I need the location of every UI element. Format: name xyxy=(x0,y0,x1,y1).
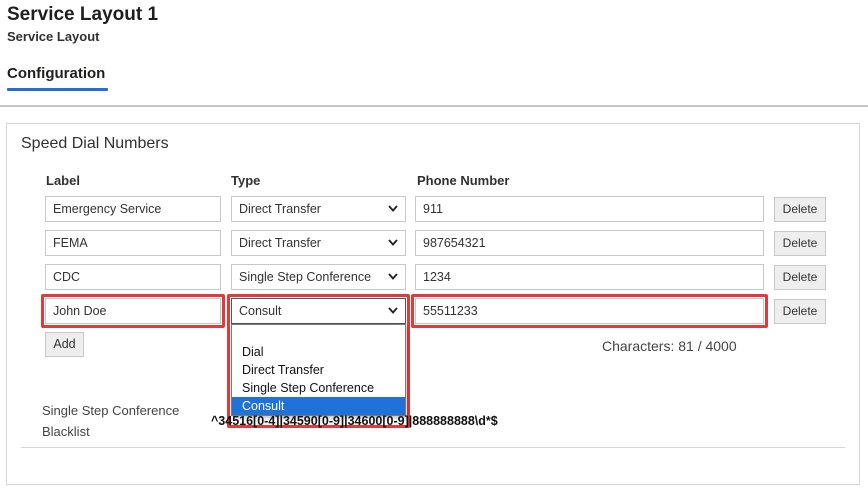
character-count: Characters: 81 / 4000 xyxy=(602,338,737,354)
type-select[interactable]: Single Step Conference xyxy=(231,264,406,290)
type-dropdown-list[interactable]: Dial Direct Transfer Single Step Confere… xyxy=(231,324,406,416)
column-header-phone: Phone Number xyxy=(417,173,510,188)
delete-button[interactable]: Delete xyxy=(774,231,826,256)
chevron-down-icon xyxy=(388,273,398,280)
delete-button[interactable]: Delete xyxy=(774,197,826,222)
column-header-label: Label xyxy=(46,173,80,188)
highlight-box-phone xyxy=(411,294,768,328)
type-select[interactable]: Direct Transfer xyxy=(231,230,406,256)
chevron-down-icon xyxy=(388,205,398,212)
chevron-down-icon xyxy=(388,239,398,246)
dropdown-option-single-step-conference[interactable]: Single Step Conference xyxy=(232,379,405,397)
column-header-type: Type xyxy=(231,173,261,188)
blacklist-label: Single Step Conference Blacklist xyxy=(42,403,180,439)
header-divider xyxy=(0,105,868,107)
page-title: Service Layout 1 xyxy=(7,4,159,25)
type-select[interactable]: Direct Transfer xyxy=(231,196,406,222)
label-input[interactable]: Emergency Service xyxy=(45,196,221,222)
tab-active-underline xyxy=(7,88,108,91)
section-title: Speed Dial Numbers xyxy=(21,135,169,152)
phone-input[interactable]: 987654321 xyxy=(415,230,764,256)
dropdown-option-direct-transfer[interactable]: Direct Transfer xyxy=(232,361,405,379)
type-select-value: Direct Transfer xyxy=(239,236,321,250)
phone-input[interactable]: 911 xyxy=(415,196,764,222)
type-select-value: Direct Transfer xyxy=(239,202,321,216)
label-input[interactable]: FEMA xyxy=(45,230,221,256)
label-input[interactable]: CDC xyxy=(45,264,221,290)
dropdown-option-dial[interactable]: Dial xyxy=(232,343,405,361)
dropdown-option-consult[interactable]: Consult xyxy=(232,397,405,415)
delete-button[interactable]: Delete xyxy=(774,299,826,324)
add-button[interactable]: Add xyxy=(45,332,84,357)
delete-button[interactable]: Delete xyxy=(774,265,826,290)
blacklist-value: ^34516[0-4]|34590[0-9]|34600[0-9]|888888… xyxy=(211,414,498,428)
page-subtitle: Service Layout xyxy=(7,29,100,44)
highlight-box-label xyxy=(41,294,225,328)
phone-input[interactable]: 1234 xyxy=(415,264,764,290)
bottom-divider xyxy=(21,447,845,448)
type-select-value: Single Step Conference xyxy=(239,270,372,284)
tab-configuration[interactable]: Configuration xyxy=(7,65,105,88)
dropdown-option-blank[interactable] xyxy=(232,325,405,343)
